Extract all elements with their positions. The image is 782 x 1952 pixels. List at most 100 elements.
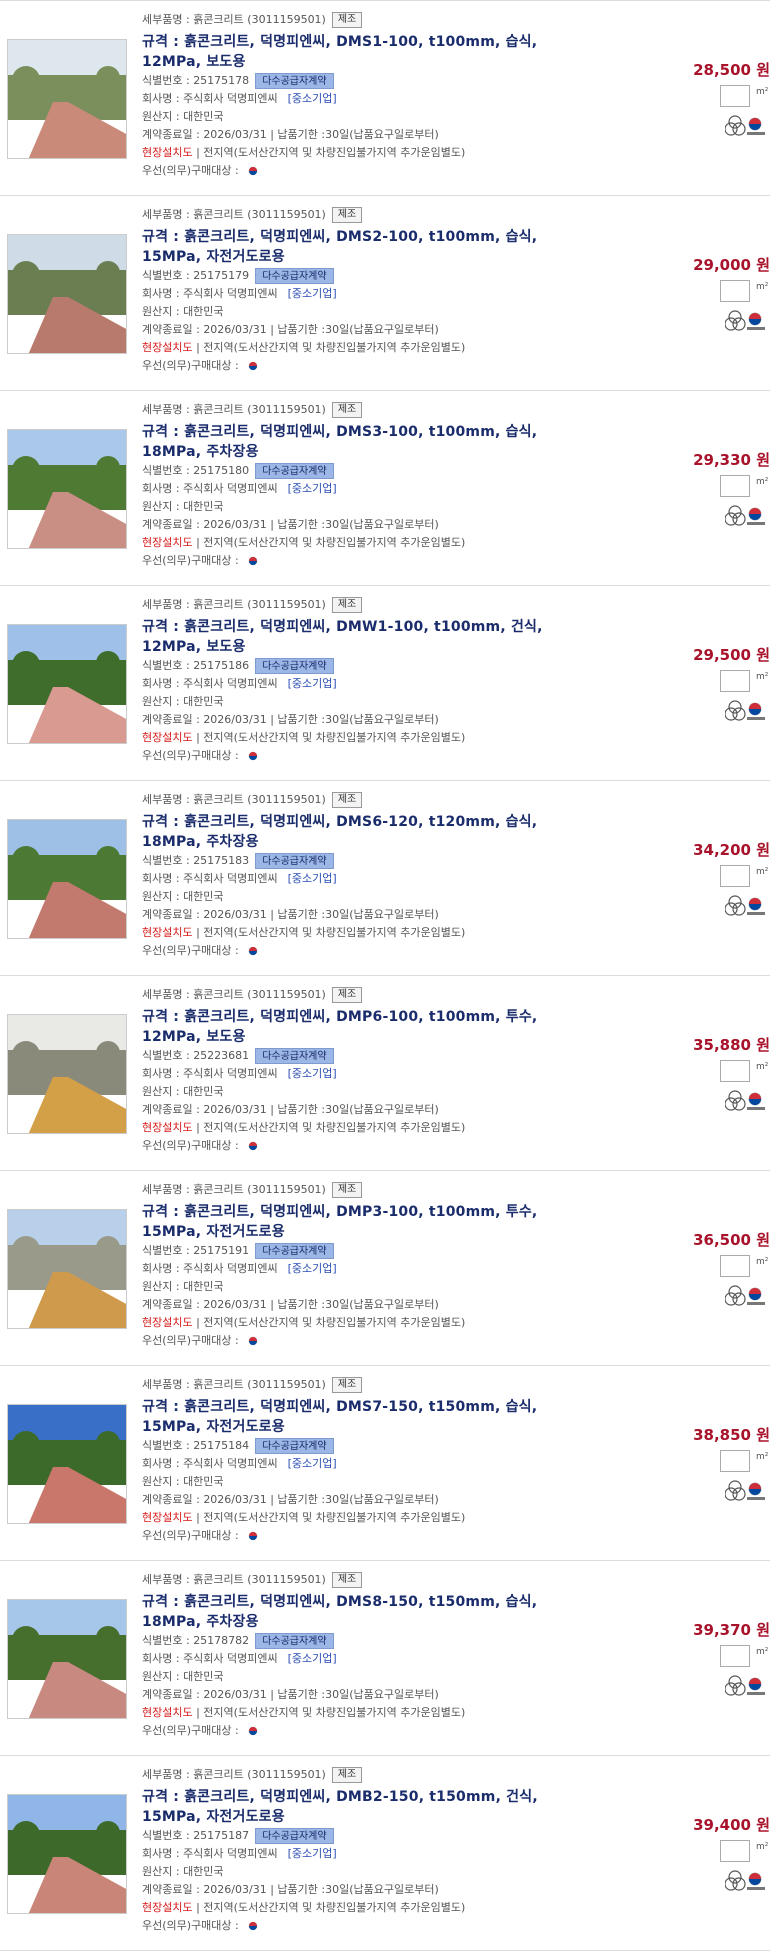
- product-title[interactable]: 규격 : 흙콘크리트, 덕명피엔씨, DMS6-120, t120mm, 습식,…: [142, 812, 582, 852]
- product-thumbnail[interactable]: [7, 1794, 127, 1914]
- quantity-input[interactable]: [720, 475, 750, 497]
- origin-label: 원산지 :: [142, 1670, 184, 1683]
- product-title[interactable]: 규격 : 흙콘크리트, 덕명피엔씨, DMB2-150, t150mm, 건식,…: [142, 1787, 582, 1827]
- company-value[interactable]: 주식회사 덕명피엔씨: [183, 677, 278, 690]
- origin-value: 대한민국: [183, 890, 224, 903]
- company-label: 회사명 :: [142, 1457, 184, 1470]
- product-thumbnail[interactable]: [7, 1209, 127, 1329]
- detail-label: 세부품명 :: [142, 1183, 194, 1196]
- product-thumbnail[interactable]: [7, 1404, 127, 1524]
- price: 39,400 원: [693, 1816, 770, 1834]
- product-thumbnail[interactable]: [7, 1599, 127, 1719]
- contract-value: 2026/03/31 | 납품기한 :30일(납품요구일로부터): [203, 1493, 439, 1506]
- company-value[interactable]: 주식회사 덕명피엔씨: [183, 1262, 278, 1275]
- certification-mark-icon: [725, 115, 765, 136]
- product-thumbnail[interactable]: [7, 624, 127, 744]
- certification-mark-icon: [725, 1285, 765, 1306]
- site-install-value: | 전지역(도서산간지역 및 차량진입불가지역 추가운임별도): [192, 926, 466, 939]
- company-value[interactable]: 주식회사 덕명피엔씨: [183, 1457, 278, 1470]
- product-title[interactable]: 규격 : 흙콘크리트, 덕명피엔씨, DMS8-150, t150mm, 습식,…: [142, 1592, 582, 1632]
- unit-label: m²: [756, 1452, 769, 1462]
- multi-supplier-badge: 다수공급자계약: [255, 1828, 334, 1844]
- priority-purchase-label: 우선(의무)구매대상 :: [142, 1724, 243, 1737]
- product-title[interactable]: 규격 : 흙콘크리트, 덕명피엔씨, DMS2-100, t100mm, 습식,…: [142, 227, 582, 267]
- origin-label: 원산지 :: [142, 110, 184, 123]
- detail-value: 흙콘크리트 (3011159501): [193, 403, 326, 416]
- product-title[interactable]: 규격 : 흙콘크리트, 덕명피엔씨, DMP3-100, t100mm, 투수,…: [142, 1202, 582, 1242]
- unit-label: m²: [756, 1842, 769, 1852]
- detail-value: 흙콘크리트 (3011159501): [193, 208, 326, 221]
- quantity-input[interactable]: [720, 1645, 750, 1667]
- product-title-line2: 15MPa, 자전거도로용: [142, 249, 285, 265]
- site-install-label: 현장설치도: [142, 1121, 193, 1134]
- site-install-label: 현장설치도: [142, 341, 193, 354]
- company-value[interactable]: 주식회사 덕명피엔씨: [183, 872, 278, 885]
- origin-label: 원산지 :: [142, 695, 184, 708]
- detail-label: 세부품명 :: [142, 793, 194, 806]
- list-item: 세부품명 : 흙콘크리트 (3011159501) 제조 규격 : 흙콘크리트, …: [0, 1, 770, 196]
- contract-label: 계약종료일 :: [142, 128, 204, 141]
- product-info: 세부품명 : 흙콘크리트 (3011159501) 제조 규격 : 흙콘크리트, …: [142, 1766, 582, 1935]
- quantity-input[interactable]: [720, 670, 750, 692]
- priority-purchase-label: 우선(의무)구매대상 :: [142, 1529, 243, 1542]
- company-value[interactable]: 주식회사 덕명피엔씨: [183, 482, 278, 495]
- unit-label: m²: [756, 1062, 769, 1072]
- origin-value: 대한민국: [183, 110, 224, 123]
- quantity-input[interactable]: [720, 280, 750, 302]
- product-title[interactable]: 규격 : 흙콘크리트, 덕명피엔씨, DMW1-100, t100mm, 건식,…: [142, 617, 582, 657]
- product-title[interactable]: 규격 : 흙콘크리트, 덕명피엔씨, DMS1-100, t100mm, 습식,…: [142, 32, 582, 72]
- company-value[interactable]: 주식회사 덕명피엔씨: [183, 287, 278, 300]
- list-item: 세부품명 : 흙콘크리트 (3011159501) 제조 규격 : 흙콘크리트, …: [0, 1171, 770, 1366]
- manufacture-badge: 제조: [331, 1377, 363, 1393]
- site-install-value: | 전지역(도서산간지역 및 차량진입불가지역 추가운임별도): [192, 1706, 466, 1719]
- company-value[interactable]: 주식회사 덕명피엔씨: [183, 1652, 278, 1665]
- product-thumbnail[interactable]: [7, 39, 127, 159]
- product-thumbnail[interactable]: [7, 429, 127, 549]
- company-value[interactable]: 주식회사 덕명피엔씨: [183, 92, 278, 105]
- quantity-input[interactable]: [720, 1450, 750, 1472]
- id-label: 식별번호 :: [142, 1244, 194, 1257]
- id-label: 식별번호 :: [142, 74, 194, 87]
- product-title-line2: 12MPa, 보도용: [142, 54, 246, 70]
- company-value[interactable]: 주식회사 덕명피엔씨: [183, 1067, 278, 1080]
- product-title-line2: 15MPa, 자전거도로용: [142, 1224, 285, 1240]
- sme-tag: [중소기업]: [287, 1067, 337, 1080]
- quantity-input[interactable]: [720, 1060, 750, 1082]
- manufacture-badge: 제조: [331, 1182, 363, 1198]
- manufacture-badge: 제조: [331, 1767, 363, 1783]
- product-thumbnail[interactable]: [7, 819, 127, 939]
- detail-label: 세부품명 :: [142, 208, 194, 221]
- product-title-line2: 18MPa, 주차장용: [142, 1614, 259, 1630]
- contract-value: 2026/03/31 | 납품기한 :30일(납품요구일로부터): [203, 1298, 439, 1311]
- detail-label: 세부품명 :: [142, 988, 194, 1001]
- quantity-input[interactable]: [720, 1255, 750, 1277]
- list-item: 세부품명 : 흙콘크리트 (3011159501) 제조 규격 : 흙콘크리트, …: [0, 1366, 770, 1561]
- multi-supplier-badge: 다수공급자계약: [255, 1438, 334, 1454]
- detail-value: 흙콘크리트 (3011159501): [193, 1183, 326, 1196]
- site-install-label: 현장설치도: [142, 1316, 193, 1329]
- id-label: 식별번호 :: [142, 854, 194, 867]
- product-thumbnail[interactable]: [7, 234, 127, 354]
- product-photo: [8, 40, 126, 158]
- origin-value: 대한민국: [183, 305, 224, 318]
- detail-label: 세부품명 :: [142, 1768, 194, 1781]
- product-title[interactable]: 규격 : 흙콘크리트, 덕명피엔씨, DMP6-100, t100mm, 투수,…: [142, 1007, 582, 1047]
- manufacture-badge: 제조: [331, 987, 363, 1003]
- product-title[interactable]: 규격 : 흙콘크리트, 덕명피엔씨, DMS3-100, t100mm, 습식,…: [142, 422, 582, 462]
- priority-purchase-label: 우선(의무)구매대상 :: [142, 944, 243, 957]
- product-title-line2: 12MPa, 보도용: [142, 1029, 246, 1045]
- quantity-input[interactable]: [720, 865, 750, 887]
- quantity-input[interactable]: [720, 85, 750, 107]
- product-info: 세부품명 : 흙콘크리트 (3011159501) 제조 규격 : 흙콘크리트, …: [142, 791, 582, 960]
- company-value[interactable]: 주식회사 덕명피엔씨: [183, 1847, 278, 1860]
- product-thumbnail[interactable]: [7, 1014, 127, 1134]
- site-install-value: | 전지역(도서산간지역 및 차량진입불가지역 추가운임별도): [192, 731, 466, 744]
- origin-value: 대한민국: [183, 695, 224, 708]
- certification-mark-icon: [725, 700, 765, 721]
- product-list: 세부품명 : 흙콘크리트 (3011159501) 제조 규격 : 흙콘크리트, …: [0, 0, 770, 1951]
- company-label: 회사명 :: [142, 482, 184, 495]
- product-title[interactable]: 규격 : 흙콘크리트, 덕명피엔씨, DMS7-150, t150mm, 습식,…: [142, 1397, 582, 1437]
- multi-supplier-badge: 다수공급자계약: [255, 268, 334, 284]
- contract-label: 계약종료일 :: [142, 1493, 204, 1506]
- quantity-input[interactable]: [720, 1840, 750, 1862]
